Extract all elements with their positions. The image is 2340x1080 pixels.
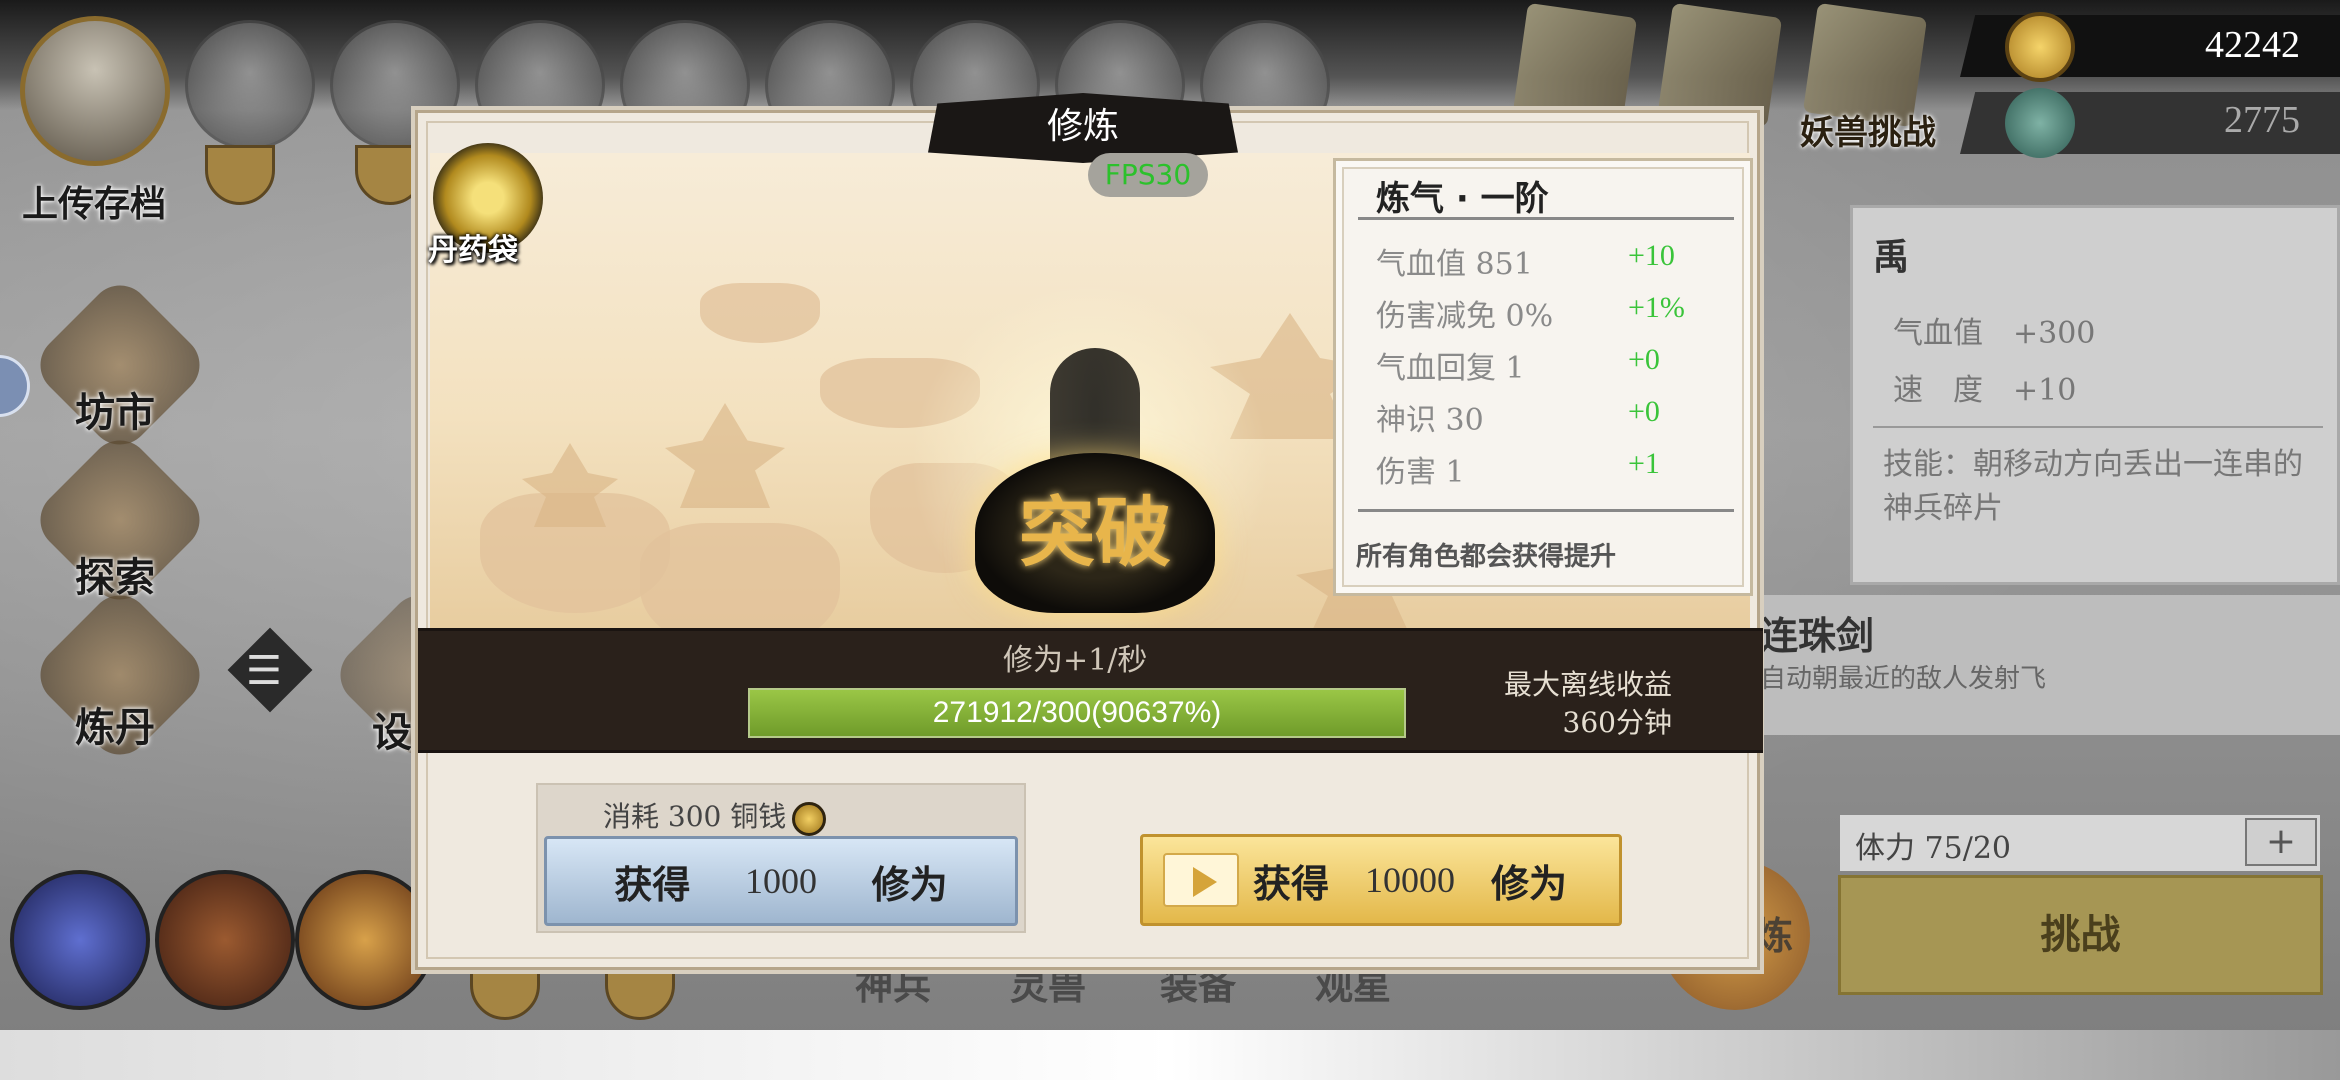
character-detail-panel: 禹 气血值 +300 速 度 +10 技能：朝移动方向丢出一连串的神兵碎片 xyxy=(1850,205,2340,585)
add-stamina-button[interactable]: + xyxy=(2245,818,2317,866)
stats-note: 所有角色都会获得提升 xyxy=(1356,542,1617,572)
stamina-label: 体力 75/20 xyxy=(1855,831,2011,866)
character-skill-desc: 技能：朝移动方向丢出一连串的神兵碎片 xyxy=(1883,447,2303,526)
stat-damage-reduction: 伤害减免 0% xyxy=(1376,299,1554,334)
weapon-title: 连珠剑 xyxy=(1760,614,1875,658)
divider xyxy=(1358,217,1734,220)
stat-damage-delta: +1 xyxy=(1628,447,1660,480)
cultivation-word: 修为 xyxy=(871,862,948,907)
fps-badge: FPS30 xyxy=(1088,153,1208,197)
gain-amount: 1000 xyxy=(745,861,817,901)
cultivation-dialog: 突破 修炼 丹药袋 FPS30 炼气 · 一阶 气血值 851 +10 伤害减免… xyxy=(415,93,1763,970)
offline-income-label: 最大离线收益 xyxy=(1503,668,1672,701)
cost-text: 消耗 300 铜钱 xyxy=(603,800,787,833)
watch-ad-gain-button[interactable]: 获得 10000 修为 xyxy=(1140,834,1622,926)
play-video-icon xyxy=(1163,853,1239,907)
gain-word: 获得 xyxy=(614,862,691,907)
stat-hp-regen: 气血回复 1 xyxy=(1376,351,1525,386)
divider xyxy=(1873,426,2323,428)
stat-hp: 气血值 851 xyxy=(1376,247,1533,282)
skill-icon-2[interactable] xyxy=(155,870,295,1010)
character-stat-hp: 气血值 +300 xyxy=(1893,316,2096,351)
floating-island xyxy=(700,283,820,343)
weapon-desc: 自动朝最近的敌人发射飞 xyxy=(1760,664,2047,694)
realm-stats-panel: 炼气 · 一阶 气血值 851 +10 伤害减免 0% +1% 气血回复 1 +… xyxy=(1333,158,1753,596)
hamburger-icon[interactable]: ☰ xyxy=(246,648,282,694)
event-card-icon[interactable] xyxy=(1512,2,1638,128)
jade-count: 2775 xyxy=(2224,99,2300,141)
stat-hp-regen-delta: +0 xyxy=(1628,343,1660,376)
stat-damage: 伤害 1 xyxy=(1376,455,1465,490)
skill-icon-1[interactable] xyxy=(10,870,150,1010)
breakthrough-label[interactable]: 突破 xyxy=(975,478,1215,588)
pill-bag-label[interactable]: 丹药袋 xyxy=(428,225,518,269)
realm-title: 炼气 · 一阶 xyxy=(1376,179,1549,219)
dialog-title: 修炼 xyxy=(1046,106,1119,147)
character-stat-speed: 速 度 +10 xyxy=(1893,373,2077,408)
stat-damage-reduction-delta: +1% xyxy=(1628,291,1685,324)
event-card-icon[interactable] xyxy=(1657,2,1783,128)
challenge-button[interactable]: 挑战 xyxy=(1838,875,2323,995)
copper-coin-icon xyxy=(792,801,827,836)
offline-income-value: 360分钟 xyxy=(1562,706,1672,739)
progress-text: 271912/300(90637%) xyxy=(932,696,1222,729)
divider xyxy=(1358,509,1734,512)
cultivation-word: 修为 xyxy=(1491,861,1568,906)
character-name: 禹 xyxy=(1873,237,1910,278)
gain-word: 获得 xyxy=(1253,861,1330,906)
game-screen: 上传存档 妖兽挑战 42242 2775 坊市 探索 炼丹 ☰ 设 神兵 灵兽 … xyxy=(0,0,2340,1080)
player-avatar[interactable] xyxy=(20,16,170,166)
skill-icon-3[interactable] xyxy=(295,870,435,1010)
coin-icon xyxy=(2005,12,2075,82)
gain-amount: 10000 xyxy=(1365,860,1456,900)
explore-label[interactable]: 探索 xyxy=(75,545,155,603)
gain-cultivation-button[interactable]: 获得 1000 修为 xyxy=(544,836,1018,926)
cultivation-rate: 修为+1/秒 xyxy=(1003,643,1148,678)
stat-hp-delta: +10 xyxy=(1628,239,1675,272)
stat-spirit-sense-delta: +0 xyxy=(1628,395,1660,428)
settings-label-partial[interactable]: 设 xyxy=(372,700,412,758)
alchemy-label[interactable]: 炼丹 xyxy=(75,695,155,753)
coin-count: 42242 xyxy=(2205,24,2300,66)
save-label[interactable]: 上传存档 xyxy=(22,175,166,227)
cost-label: 消耗 300 铜钱 xyxy=(603,795,827,836)
character-portrait-1[interactable] xyxy=(185,20,315,150)
market-label[interactable]: 坊市 xyxy=(75,380,155,438)
cultivation-progress-bar: 271912/300(90637%) xyxy=(748,688,1406,738)
jade-icon xyxy=(2005,88,2075,158)
bottom-edge xyxy=(0,1030,2340,1080)
beast-challenge-label[interactable]: 妖兽挑战 xyxy=(1800,105,1936,154)
alchemy-orb-label[interactable]: 炼 xyxy=(1755,905,1793,960)
stat-spirit-sense: 神识 30 xyxy=(1376,403,1484,438)
